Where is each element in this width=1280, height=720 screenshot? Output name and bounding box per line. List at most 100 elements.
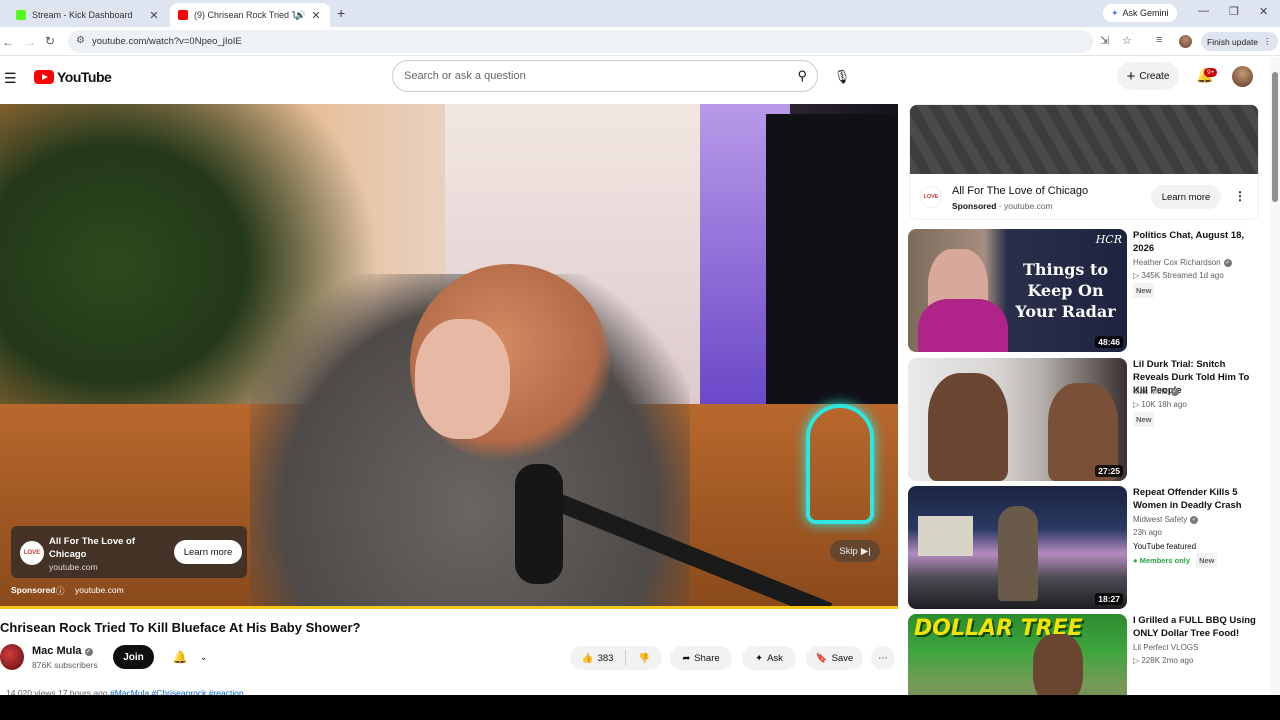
sidebar-ad-advertiser[interactable]: All For The Love of Chicago [952, 185, 1088, 197]
recommendation-item[interactable]: 27:25 Lil Durk Trial: Snitch Reveals Dur… [908, 358, 1264, 482]
restore-icon[interactable]: ❐ [1229, 5, 1239, 18]
sidebar-ad-menu-icon[interactable]: ⋮ [1234, 189, 1246, 203]
recommendation-title[interactable]: Repeat Offender Kills 5 Women in Deadly … [1133, 486, 1263, 512]
new-tab-icon[interactable]: + [337, 5, 345, 21]
recommendation-channel[interactable]: Lil Perfect VLOGS [1133, 641, 1198, 654]
ad-info-icon[interactable]: ⓘ [56, 585, 65, 597]
close-tab-icon[interactable]: ✕ [148, 9, 160, 22]
ad-advertiser-name[interactable]: All For The Love of Chicago [49, 535, 159, 561]
account-avatar[interactable] [1232, 66, 1253, 87]
share-arrow-icon: ➦ [682, 652, 691, 664]
video-title: Chrisean Rock Tried To Kill Blueface At … [0, 620, 361, 635]
profile-avatar[interactable] [1179, 35, 1192, 48]
install-app-icon[interactable]: ⇲ [1100, 34, 1109, 47]
voice-search-icon[interactable]: 🎙 [827, 62, 857, 92]
join-button[interactable]: Join [113, 645, 154, 669]
ask-gemini-label: Ask Gemini [1122, 8, 1169, 18]
live-icon: ▷ [1133, 656, 1140, 665]
sidebar-ad-banner[interactable] [910, 105, 1258, 174]
recommendation-badge-row: New [1133, 283, 1155, 298]
recommendation-thumbnail[interactable]: 18:27 [908, 486, 1127, 609]
bell-icon: 🔔 [172, 650, 188, 664]
thumbs-up-icon[interactable]: 👍 [582, 653, 594, 664]
save-button[interactable]: 🔖 Save [806, 646, 863, 670]
channel-text: Mac Mula [1133, 387, 1168, 396]
site-info-icon[interactable]: ⚙ [76, 35, 85, 46]
subscription-bell-button[interactable]: 🔔 ⌄ [162, 645, 218, 669]
recommendation-meta: ▷ 345K Streamed 1d ago [1133, 269, 1224, 282]
browser-tab-youtube[interactable]: (9) Chrisean Rock Tried To K 🔊 ✕ [170, 3, 330, 27]
tab-title: (9) Chrisean Rock Tried To K [194, 10, 295, 20]
duration-badge: 27:25 [1095, 465, 1123, 477]
ask-button[interactable]: ✦ Ask [742, 646, 796, 670]
neon-microphone-sign [806, 404, 874, 524]
recommendation-badge-row: ● Members only New [1133, 553, 1218, 568]
create-button[interactable]: + Create [1117, 62, 1179, 90]
search-placeholder: Search or ask a question [404, 70, 526, 82]
back-icon[interactable]: ← [2, 35, 14, 49]
thumbs-down-icon[interactable]: 👎 [638, 653, 650, 664]
youtube-favicon-icon [178, 10, 188, 20]
verified-icon: ✓ [1170, 388, 1179, 396]
finish-update-button[interactable]: Finish update ⋮ [1201, 32, 1278, 51]
browser-tab-kick[interactable]: Stream - Kick Dashboard ✕ [8, 3, 168, 27]
live-icon: ▷ [1133, 400, 1140, 409]
new-badge: New [1196, 553, 1218, 568]
thumbnail-caption: DOLLAR TREE [914, 616, 1083, 641]
url-text: youtube.com/watch?v=0Npeo_jIoIE [92, 36, 242, 47]
ad-sponsored-url[interactable]: youtube.com [75, 585, 124, 595]
recommendation-thumbnail[interactable]: 27:25 [908, 358, 1127, 481]
sidebar-ad-learn-more-button[interactable]: Learn more [1151, 185, 1221, 209]
search-icon[interactable]: ⚲ [797, 68, 807, 84]
kick-favicon-icon [16, 10, 26, 20]
recommendation-item[interactable]: 18:27 Repeat Offender Kills 5 Women in D… [908, 486, 1264, 610]
recommendation-title[interactable]: Politics Chat, August 18, 2026 [1133, 229, 1263, 255]
meta-text: 10K 18h ago [1141, 400, 1187, 409]
ad-learn-more-button[interactable]: Learn more [174, 540, 242, 564]
skip-ad-button[interactable]: Skip ▶| [830, 540, 880, 562]
search-input[interactable]: Search or ask a question ⚲ [392, 60, 818, 92]
minimize-icon[interactable]: — [1198, 5, 1209, 17]
sidebar-ad-logo: LOVE [920, 186, 942, 208]
notification-badge: 9+ [1204, 68, 1218, 77]
forward-icon[interactable]: → [24, 35, 36, 49]
channel-avatar[interactable] [0, 644, 24, 670]
speaker-icon[interactable]: 🔊 [295, 10, 306, 21]
sidebar-ad-sponsored-line: Sponsored · youtube.com [952, 201, 1053, 211]
youtube-header: ☰ YouTube Search or ask a question ⚲ 🎙 +… [0, 57, 1270, 97]
more-actions-icon[interactable]: ⋯ [871, 646, 895, 670]
recommendation-meta: 23h ago [1133, 526, 1162, 539]
kebab-menu-icon: ⋮ [1263, 36, 1272, 46]
page-scrollbar-thumb[interactable] [1272, 72, 1278, 202]
reading-list-icon[interactable]: ≡ [1156, 34, 1162, 46]
close-window-icon[interactable]: ✕ [1259, 5, 1268, 18]
finish-update-label: Finish update [1207, 36, 1259, 47]
meta-text: 228K 2mo ago [1141, 656, 1194, 665]
recommendation-channel[interactable]: Midwest Safety ✓ [1133, 513, 1199, 526]
channel-name[interactable]: Mac Mula ✓ [32, 645, 93, 657]
reload-icon[interactable]: ↻ [45, 34, 55, 48]
chevron-down-icon: ⌄ [199, 651, 208, 662]
verified-icon: ✓ [1223, 259, 1232, 267]
recommendation-thumbnail[interactable]: Things to Keep On Your Radar HCR 48:46 [908, 229, 1127, 352]
ad-sponsored-label: Sponsored [11, 585, 56, 595]
like-count[interactable]: 383 [598, 653, 614, 664]
hamburger-menu-icon[interactable]: ☰ [4, 70, 17, 87]
bookmark-star-icon[interactable]: ☆ [1122, 34, 1132, 47]
subscriber-count: 876K subscribers [32, 660, 98, 670]
channel-text: Heather Cox Richardson [1133, 258, 1221, 267]
recommendation-badge-row: New [1133, 412, 1155, 427]
recommendation-item[interactable]: Things to Keep On Your Radar HCR 48:46 P… [908, 229, 1264, 353]
ad-progress-bar [0, 606, 898, 609]
channel-text: Midwest Safety [1133, 515, 1188, 524]
recommendation-title[interactable]: I Grilled a FULL BBQ Using ONLY Dollar T… [1133, 614, 1263, 640]
sparkle-icon: ✦ [755, 652, 764, 664]
share-button[interactable]: ➦ Share [670, 646, 732, 670]
recommendation-channel[interactable]: Mac Mula ✓ [1133, 385, 1179, 398]
ask-gemini-button[interactable]: ✦ Ask Gemini [1103, 4, 1177, 22]
recommendation-channel[interactable]: Heather Cox Richardson ✓ [1133, 256, 1232, 269]
duration-badge: 18:27 [1095, 593, 1123, 605]
address-bar[interactable]: ⚙ youtube.com/watch?v=0Npeo_jIoIE [68, 30, 1093, 53]
youtube-logo[interactable]: YouTube [34, 69, 112, 85]
close-tab-icon[interactable]: ✕ [310, 9, 322, 22]
